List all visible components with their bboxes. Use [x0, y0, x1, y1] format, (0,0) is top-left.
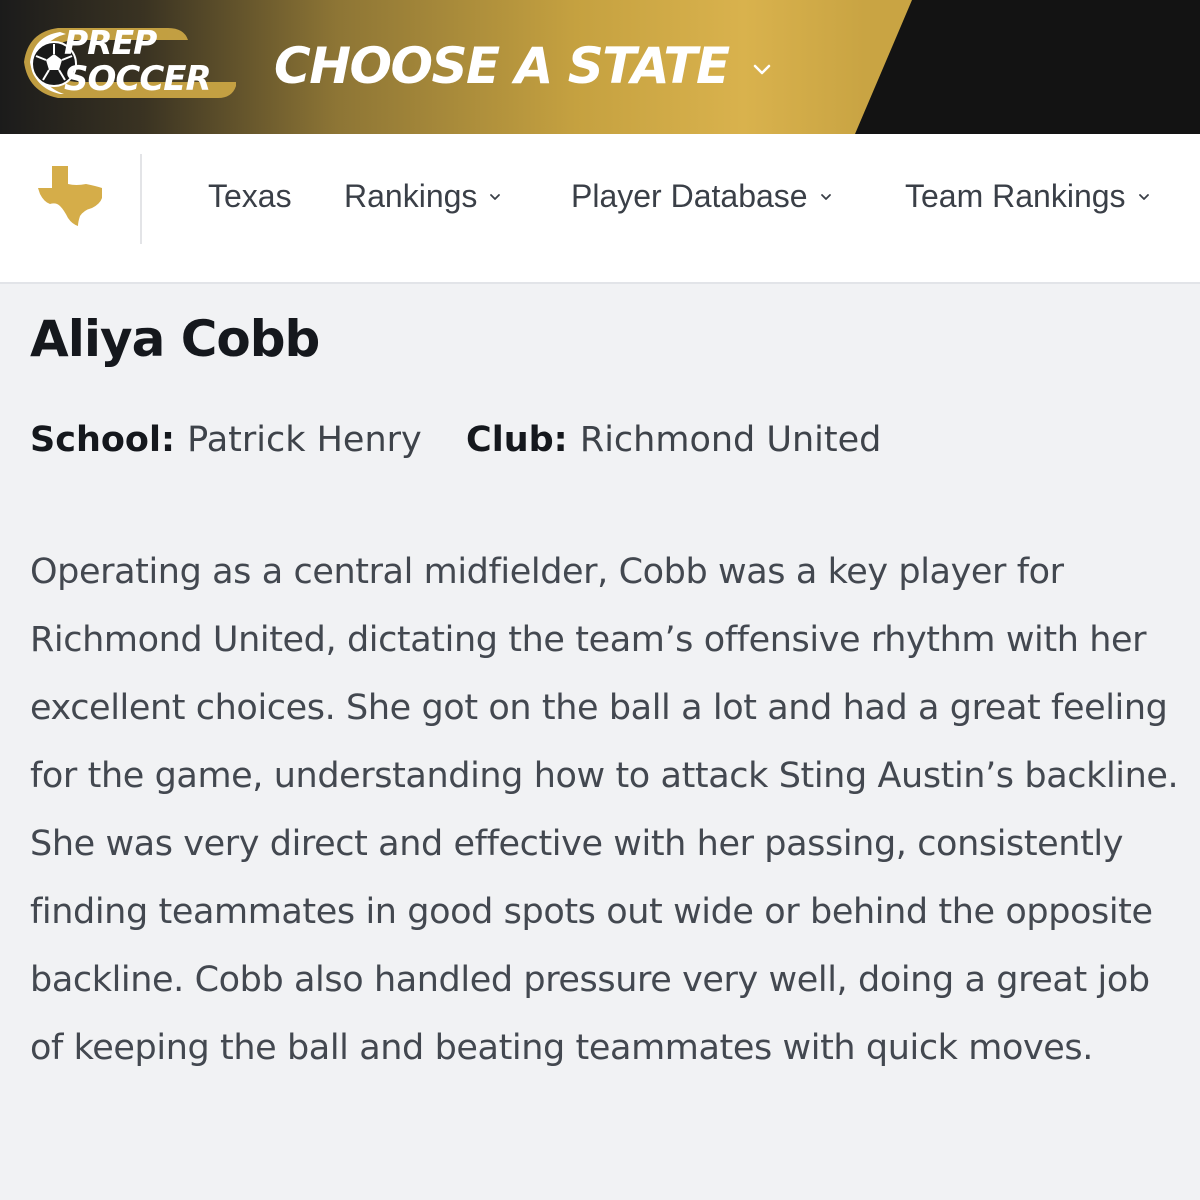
club-value: Richmond United [579, 420, 882, 460]
logo-prep-text: PREP [64, 23, 157, 62]
nav-divider [140, 154, 142, 244]
nav-item-team-rankings[interactable]: Team Rankings [905, 178, 1150, 215]
state-nav-bar: Texas Rankings Player Database Team Rank… [0, 134, 1200, 284]
school-label: School: [30, 420, 188, 460]
chevron-down-icon [820, 193, 831, 200]
choose-state-dropdown[interactable]: CHOOSE A STATE [274, 36, 773, 96]
texas-state-icon[interactable] [38, 164, 104, 226]
club-label: Club: [466, 420, 580, 460]
logo-soccer-text: SOCCER [64, 59, 212, 99]
player-meta: School: Patrick Henry Club: Richmond Uni… [30, 420, 881, 460]
nav-item-texas[interactable]: Texas [208, 178, 292, 215]
player-name: Aliya Cobb [30, 310, 320, 368]
top-banner: PREP SOCCER CHOOSE A STATE [0, 0, 1200, 134]
chevron-down-icon [1138, 193, 1149, 200]
chevron-down-icon [753, 64, 770, 75]
prep-soccer-logo[interactable]: PREP SOCCER [18, 20, 240, 104]
player-bio: Operating as a central midfielder, Cobb … [30, 552, 1179, 1068]
chevron-down-icon [490, 193, 501, 200]
nav-item-label: Team Rankings [905, 178, 1126, 214]
school-value: Patrick Henry [187, 420, 422, 460]
nav-item-label: Player Database [571, 178, 808, 214]
nav-item-label: Rankings [344, 178, 478, 214]
choose-state-label: CHOOSE A STATE [274, 37, 730, 95]
nav-item-player-database[interactable]: Player Database [571, 178, 832, 215]
nav-item-label: Texas [208, 178, 292, 214]
nav-item-rankings[interactable]: Rankings [344, 178, 501, 215]
